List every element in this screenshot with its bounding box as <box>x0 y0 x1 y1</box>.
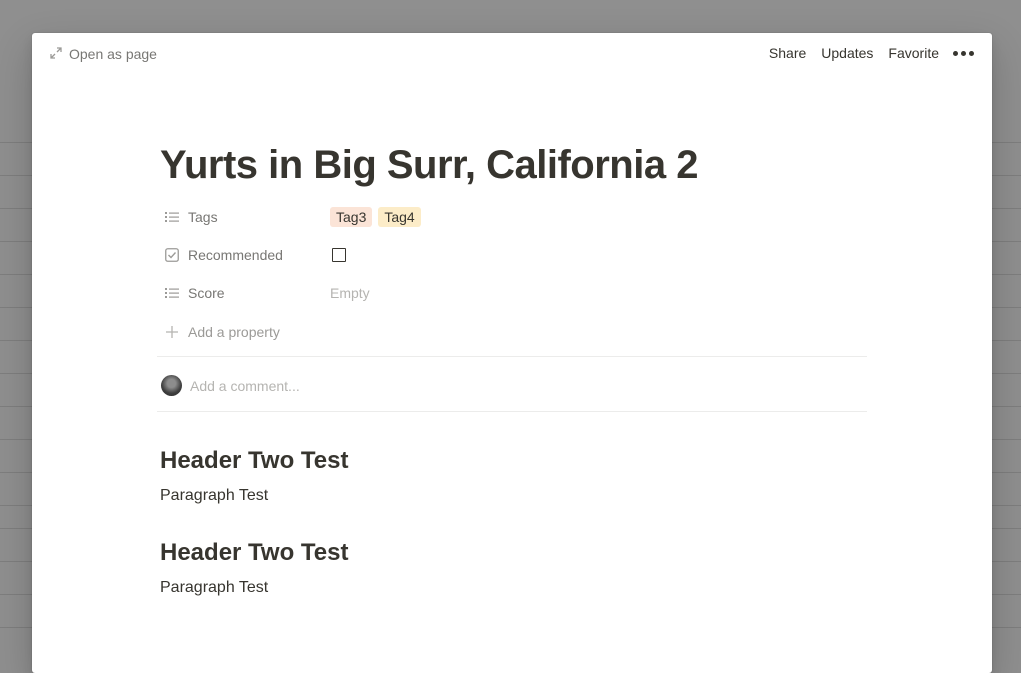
list-icon <box>164 285 180 301</box>
heading-block[interactable]: Header Two Test <box>160 538 348 568</box>
add-property-label: Add a property <box>188 324 280 340</box>
recommended-checkbox[interactable] <box>332 248 346 262</box>
page-title[interactable]: Yurts in Big Surr, California 2 <box>160 141 698 189</box>
property-row-recommended[interactable]: Recommended <box>160 240 870 270</box>
divider <box>157 356 867 357</box>
tag-chip[interactable]: Tag4 <box>378 207 421 227</box>
score-empty-value[interactable]: Empty <box>330 285 370 301</box>
property-label: Recommended <box>188 247 283 263</box>
add-property-row[interactable]: Add a property <box>160 324 280 340</box>
property-value-score[interactable]: Empty <box>330 285 370 301</box>
avatar <box>161 375 182 396</box>
open-as-page-label: Open as page <box>69 46 157 62</box>
plus-icon <box>164 324 180 340</box>
checkbox-property-icon <box>164 247 180 263</box>
open-as-page-button[interactable]: Open as page <box>50 46 157 62</box>
heading-block[interactable]: Header Two Test <box>160 446 348 476</box>
share-button[interactable]: Share <box>769 45 806 61</box>
property-label: Score <box>188 285 225 301</box>
divider <box>157 411 867 412</box>
list-icon <box>164 209 180 225</box>
page-peek-modal: Open as page Share Updates Favorite Yurt… <box>32 33 992 673</box>
comment-row[interactable]: Add a comment... <box>161 375 300 396</box>
property-name-recommended[interactable]: Recommended <box>160 247 330 263</box>
expand-arrow-icon <box>50 46 69 62</box>
paragraph-block[interactable]: Paragraph Test <box>160 576 268 600</box>
paragraph-block[interactable]: Paragraph Test <box>160 484 268 508</box>
property-name-score[interactable]: Score <box>160 285 330 301</box>
comment-input[interactable]: Add a comment... <box>190 378 300 394</box>
add-property-button[interactable]: Add a property <box>160 317 870 347</box>
top-actions: Share Updates Favorite <box>754 45 974 61</box>
favorite-button[interactable]: Favorite <box>888 45 939 61</box>
updates-button[interactable]: Updates <box>821 45 873 61</box>
property-value-recommended[interactable] <box>330 248 346 262</box>
property-label: Tags <box>188 209 218 225</box>
modal-topbar: Open as page Share Updates Favorite <box>32 33 992 79</box>
property-row-score[interactable]: Score Empty <box>160 278 870 308</box>
tag-chip[interactable]: Tag3 <box>330 207 373 227</box>
property-value-tags[interactable]: Tag3 Tag4 <box>330 207 427 227</box>
property-name-tags[interactable]: Tags <box>160 209 330 225</box>
more-dots-icon[interactable] <box>953 47 974 60</box>
property-row-tags[interactable]: Tags Tag3 Tag4 <box>160 202 870 232</box>
